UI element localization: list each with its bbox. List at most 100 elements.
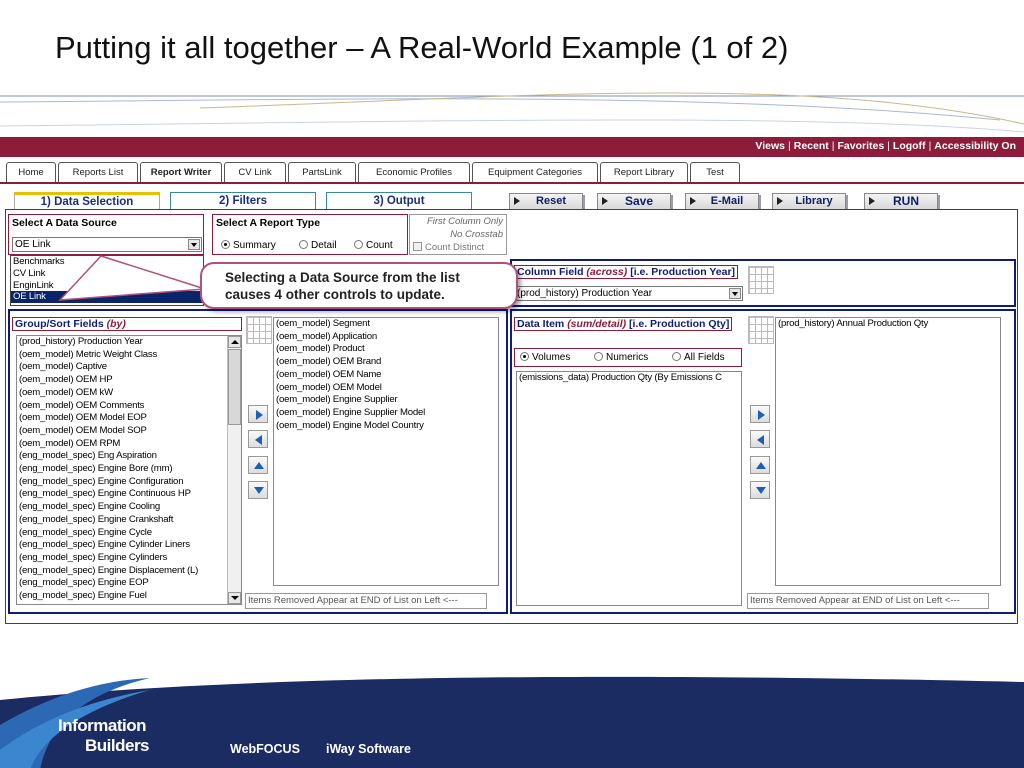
summary-radio[interactable]: Summary [221, 240, 276, 251]
radio-icon [672, 352, 681, 361]
footer-product-iway: iWay Software [326, 742, 411, 756]
tab-equipment-categories[interactable]: Equipment Categories [472, 162, 598, 182]
count-radio[interactable]: Count [354, 240, 393, 251]
summary-label: Summary [233, 240, 276, 251]
subtab-filters[interactable]: 2) Filters [170, 192, 316, 210]
volumes-label: Volumes [532, 352, 571, 363]
scroll-down-icon[interactable] [228, 592, 241, 604]
list-item[interactable]: (eng_model_spec) Engine Cylinders [17, 552, 241, 565]
list-item[interactable]: (oem_model) OEM kW [17, 387, 241, 400]
subtab-data-selection[interactable]: 1) Data Selection [14, 192, 160, 210]
count-distinct-checkbox[interactable]: Count Distinct [413, 242, 484, 253]
list-item[interactable]: (eng_model_spec) Engine Cylinder Liners [17, 539, 241, 552]
list-item[interactable]: (eng_model_spec) Eng Aspiration [17, 450, 241, 463]
list-item[interactable]: (oem_model) OEM Model EOP [17, 412, 241, 425]
reset-button[interactable]: Reset [509, 193, 583, 210]
list-item[interactable]: (eng_model_spec) Engine Configuration [17, 476, 241, 489]
save-label: Save [624, 194, 654, 208]
scroll-thumb[interactable] [228, 349, 241, 425]
save-button[interactable]: Save [597, 193, 671, 210]
list-item[interactable]: (oem_model) OEM RPM [17, 438, 241, 451]
list-item[interactable]: (oem_model) Engine Supplier [274, 394, 498, 407]
tab-home[interactable]: Home [6, 162, 56, 182]
radio-icon [520, 352, 529, 361]
tab-cv-link[interactable]: CV Link [224, 162, 286, 182]
list-item[interactable]: (oem_model) OEM HP [17, 374, 241, 387]
grid-icon [246, 316, 272, 344]
list-item[interactable]: (eng_model_spec) Engine Cooling [17, 501, 241, 514]
list-item[interactable]: (eng_model_spec) Engine Bore (mm) [17, 463, 241, 476]
slide-title: Putting it all together – A Real-World E… [55, 30, 789, 65]
data-item-selected-list[interactable]: (prod_history) Annual Production Qty [775, 317, 1001, 586]
scroll-up-icon[interactable] [228, 336, 241, 348]
column-field-select[interactable]: (prod_history) Production Year [514, 286, 743, 301]
move-up-button[interactable] [750, 456, 770, 474]
list-item[interactable]: (eng_model_spec) Engine Displacement (L) [17, 565, 241, 578]
tab-partslink[interactable]: PartsLink [288, 162, 356, 182]
logoff-link[interactable]: Logoff [893, 140, 926, 152]
list-item[interactable]: (oem_model) Segment [274, 318, 498, 331]
list-item[interactable]: (oem_model) OEM Name [274, 369, 498, 382]
move-left-button[interactable] [750, 430, 770, 448]
data-source-option[interactable]: Benchmarks [11, 256, 203, 268]
link-separator: | [928, 140, 932, 152]
tab-report-library[interactable]: Report Library [600, 162, 688, 182]
group-sort-available-list[interactable]: (prod_history) Production Year (oem_model… [16, 335, 242, 605]
available-scrollbar[interactable] [227, 336, 241, 604]
link-separator: | [788, 140, 791, 152]
list-item[interactable]: (eng_model_spec) Engine Continuous HP [17, 488, 241, 501]
list-item[interactable]: (oem_model) Metric Weight Class [17, 349, 241, 362]
numerics-radio[interactable]: Numerics [594, 352, 648, 363]
list-item[interactable]: (eng_model_spec) Engine Crankshaft [17, 514, 241, 527]
list-item[interactable]: (oem_model) Application [274, 331, 498, 344]
list-item[interactable]: (oem_model) Captive [17, 361, 241, 374]
move-up-button[interactable] [248, 456, 268, 474]
list-item[interactable]: (prod_history) Annual Production Qty [776, 318, 1000, 331]
group-sort-header: Group/Sort Fields (by) [12, 317, 242, 331]
list-item[interactable]: (oem_model) Product [274, 343, 498, 356]
email-button[interactable]: E-Mail [685, 193, 759, 210]
list-item[interactable]: (oem_model) Engine Supplier Model [274, 407, 498, 420]
move-right-button[interactable] [750, 405, 770, 423]
list-item[interactable]: (oem_model) OEM Brand [274, 356, 498, 369]
favorites-link[interactable]: Favorites [837, 140, 884, 152]
list-item[interactable]: (eng_model_spec) Engine Cycle [17, 527, 241, 540]
data-item-available-list[interactable]: (emissions_data) Production Qty (By Emis… [516, 371, 742, 606]
list-item[interactable]: (oem_model) OEM Model [274, 382, 498, 395]
data-item-removed-note: Items Removed Appear at END of List on L… [747, 593, 989, 609]
move-down-button[interactable] [750, 481, 770, 499]
recent-link[interactable]: Recent [794, 140, 829, 152]
data-source-option[interactable]: EnginLink [11, 280, 203, 292]
tab-economic-profiles[interactable]: Economic Profiles [358, 162, 470, 182]
data-source-select[interactable]: OE Link [12, 237, 202, 252]
grid-icon [748, 316, 774, 344]
detail-radio[interactable]: Detail [299, 240, 337, 251]
data-source-header: Select A Data Source [12, 217, 117, 229]
list-item[interactable]: (oem_model) OEM Comments [17, 400, 241, 413]
tab-test[interactable]: Test [690, 162, 740, 182]
run-button[interactable]: RUN [864, 193, 938, 210]
list-item[interactable]: (emissions_data) Production Qty (By Emis… [517, 372, 741, 385]
tab-report-writer[interactable]: Report Writer [140, 162, 222, 182]
accessibility-link[interactable]: Accessibility On [934, 140, 1016, 152]
list-item[interactable]: (oem_model) Engine Model Country [274, 420, 498, 433]
library-button[interactable]: Library [772, 193, 846, 210]
data-source-option[interactable]: CV Link [11, 268, 203, 280]
grid-icon [748, 266, 774, 294]
views-link[interactable]: Views [755, 140, 785, 152]
move-right-button[interactable] [248, 405, 268, 423]
list-item[interactable]: (eng_model_spec) Engine Fuel [17, 590, 241, 603]
data-source-option-selected[interactable]: OE Link [11, 291, 203, 304]
radio-icon [221, 240, 230, 249]
move-down-button[interactable] [248, 481, 268, 499]
list-item[interactable]: (prod_history) Production Year [17, 336, 241, 349]
group-sort-selected-list[interactable]: (oem_model) Segment (oem_model) Applicati… [273, 317, 499, 586]
tab-reports-list[interactable]: Reports List [58, 162, 138, 182]
list-item[interactable]: (oem_model) OEM Model SOP [17, 425, 241, 438]
list-item[interactable]: (eng_model_spec) Engine EOP [17, 577, 241, 590]
all-fields-radio[interactable]: All Fields [672, 352, 725, 363]
move-left-button[interactable] [248, 430, 268, 448]
volumes-radio[interactable]: Volumes [520, 352, 570, 363]
callout-annotation: Selecting a Data Source from the list ca… [200, 262, 518, 309]
subtab-output[interactable]: 3) Output [326, 192, 472, 210]
